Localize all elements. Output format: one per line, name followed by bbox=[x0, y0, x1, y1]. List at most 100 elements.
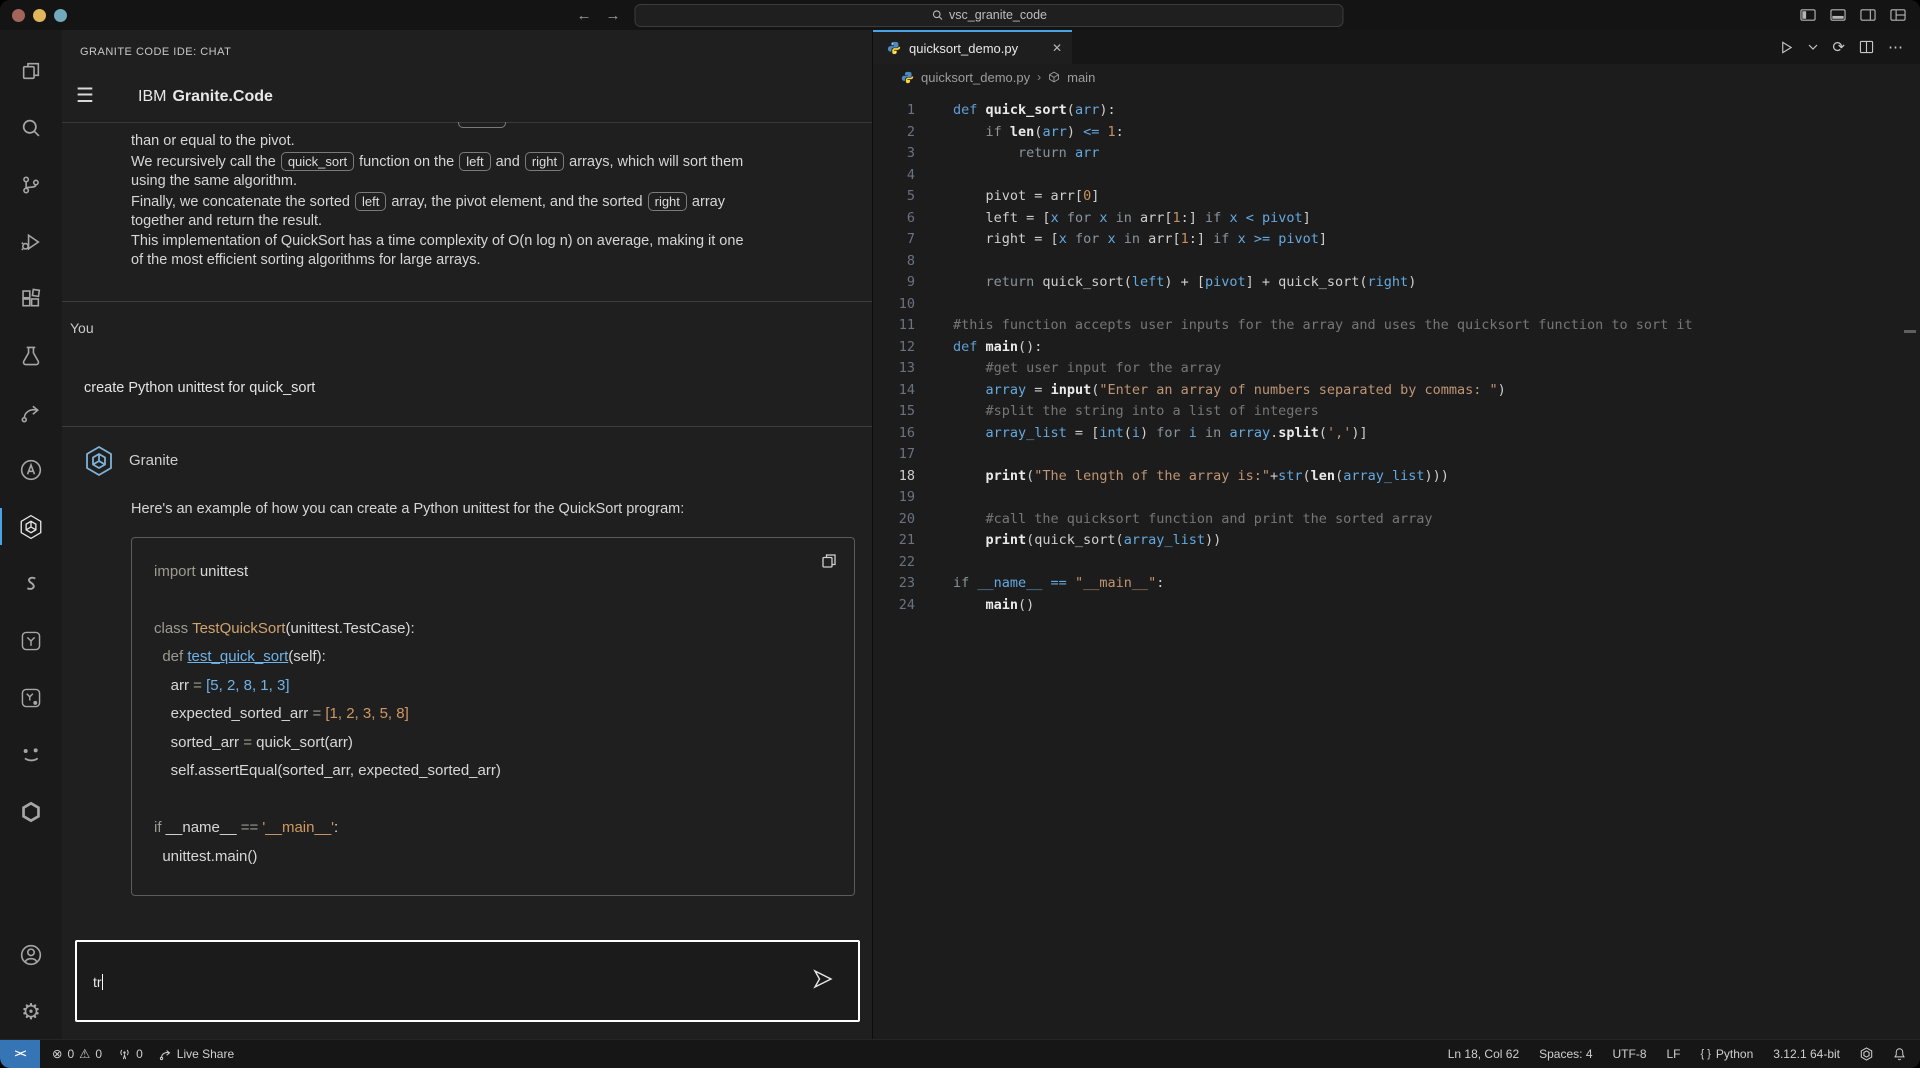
editor-line[interactable]: 22 bbox=[873, 552, 1920, 574]
toggle-secondary-sidebar-icon[interactable] bbox=[1860, 8, 1876, 22]
editor-line[interactable]: 17 bbox=[873, 444, 1920, 466]
notifications-status[interactable] bbox=[1893, 1047, 1906, 1061]
extensions-icon[interactable] bbox=[0, 270, 62, 327]
breadcrumb-symbol[interactable]: main bbox=[1067, 70, 1095, 85]
line-number[interactable]: 12 bbox=[873, 337, 915, 359]
run-dropdown-chevron-icon[interactable] bbox=[1808, 43, 1818, 51]
eol-status[interactable]: LF bbox=[1667, 1047, 1681, 1061]
ports-status[interactable]: 0 bbox=[118, 1047, 143, 1061]
line-number[interactable]: 4 bbox=[873, 165, 915, 187]
editor-line[interactable]: 7 right = [x for x in arr[1:] if x >= pi… bbox=[873, 229, 1920, 251]
line-number[interactable]: 10 bbox=[873, 294, 915, 316]
nav-back-icon[interactable]: ← bbox=[577, 8, 592, 23]
line-number[interactable]: 2 bbox=[873, 122, 915, 144]
line-number[interactable]: 3 bbox=[873, 143, 915, 165]
assistant-a-icon[interactable] bbox=[0, 441, 62, 498]
editor-line[interactable]: 11#this function accepts user inputs for… bbox=[873, 315, 1920, 337]
editor-line[interactable]: 4 bbox=[873, 165, 1920, 187]
editor-line[interactable]: 5 pivot = arr[0] bbox=[873, 186, 1920, 208]
line-number[interactable]: 8 bbox=[873, 251, 915, 273]
accounts-icon[interactable] bbox=[0, 926, 62, 983]
chat-input-box[interactable]: tr bbox=[75, 940, 860, 1022]
more-actions-icon[interactable]: ⋯ bbox=[1888, 40, 1904, 55]
line-number[interactable]: 7 bbox=[873, 229, 915, 251]
tab-close-icon[interactable]: ✕ bbox=[1052, 41, 1062, 55]
menu-hamburger-icon[interactable]: ☰ bbox=[76, 86, 94, 106]
editor-line[interactable]: 6 left = [x for x in arr[1:] if x < pivo… bbox=[873, 208, 1920, 230]
line-number[interactable]: 6 bbox=[873, 208, 915, 230]
language-mode-status[interactable]: { }Python bbox=[1701, 1047, 1754, 1061]
testing-icon[interactable] bbox=[0, 327, 62, 384]
nav-forward-icon[interactable]: → bbox=[606, 8, 621, 23]
search-icon[interactable] bbox=[0, 99, 62, 156]
editor-line[interactable]: 10 bbox=[873, 294, 1920, 316]
s-extension-icon[interactable] bbox=[0, 555, 62, 612]
line-number[interactable]: 20 bbox=[873, 509, 915, 531]
editor-line[interactable]: 9 return quick_sort(left) + [pivot] + qu… bbox=[873, 272, 1920, 294]
editor-line[interactable]: 19 bbox=[873, 487, 1920, 509]
zoom-window-button[interactable] bbox=[54, 9, 67, 22]
indentation-status[interactable]: Spaces: 4 bbox=[1539, 1047, 1592, 1061]
line-number[interactable]: 21 bbox=[873, 530, 915, 552]
customize-layout-icon[interactable] bbox=[1890, 8, 1906, 22]
editor-line[interactable]: 1def quick_sort(arr): bbox=[873, 100, 1920, 122]
editor-line[interactable]: 18 print("The length of the array is:"+s… bbox=[873, 466, 1920, 488]
live-share-icon[interactable] bbox=[0, 384, 62, 441]
editor-line[interactable]: 20 #call the quicksort function and prin… bbox=[873, 509, 1920, 531]
editor-line[interactable]: 8 bbox=[873, 251, 1920, 273]
toggle-primary-sidebar-icon[interactable] bbox=[1800, 8, 1816, 22]
line-number[interactable]: 13 bbox=[873, 358, 915, 380]
line-number[interactable]: 22 bbox=[873, 552, 915, 574]
run-and-debug-icon[interactable] bbox=[0, 213, 62, 270]
line-number[interactable]: 9 bbox=[873, 272, 915, 294]
editor-line[interactable]: 23if __name__ == "__main__": bbox=[873, 573, 1920, 595]
wandb-icon[interactable] bbox=[0, 726, 62, 783]
close-window-button[interactable] bbox=[12, 9, 25, 22]
line-number[interactable]: 16 bbox=[873, 423, 915, 445]
python-interpreter-status[interactable]: 3.12.1 64-bit bbox=[1773, 1047, 1840, 1061]
editor-line[interactable]: 14 array = input("Enter an array of numb… bbox=[873, 380, 1920, 402]
settings-gear-icon[interactable]: ⚙ bbox=[0, 983, 62, 1040]
command-center-search[interactable]: vsc_granite_code bbox=[635, 4, 1344, 27]
line-number[interactable]: 5 bbox=[873, 186, 915, 208]
boxed-extension-1-icon[interactable] bbox=[0, 612, 62, 669]
copy-code-button[interactable] bbox=[820, 552, 838, 581]
source-control-icon[interactable] bbox=[0, 156, 62, 213]
line-number[interactable]: 23 bbox=[873, 573, 915, 595]
line-number[interactable]: 24 bbox=[873, 595, 915, 617]
toggle-panel-icon[interactable] bbox=[1830, 8, 1846, 22]
restart-icon[interactable]: ⟳ bbox=[1832, 40, 1845, 55]
editor-line[interactable]: 3 return arr bbox=[873, 143, 1920, 165]
line-number[interactable]: 1 bbox=[873, 100, 915, 122]
editor-line[interactable]: 24 main() bbox=[873, 595, 1920, 617]
line-number[interactable]: 17 bbox=[873, 444, 915, 466]
run-python-file-icon[interactable] bbox=[1779, 40, 1794, 55]
breadcrumb-file[interactable]: quicksort_demo.py bbox=[921, 70, 1030, 85]
editor-line[interactable]: 16 array_list = [int(i) for i in array.s… bbox=[873, 423, 1920, 445]
editor-line[interactable]: 2 if len(arr) <= 1: bbox=[873, 122, 1920, 144]
editor-code[interactable]: 1def quick_sort(arr):2 if len(arr) <= 1:… bbox=[873, 90, 1920, 616]
editor-line[interactable]: 13 #get user input for the array bbox=[873, 358, 1920, 380]
hex-ring-extension-icon[interactable] bbox=[0, 783, 62, 840]
line-number[interactable]: 11 bbox=[873, 315, 915, 337]
line-number[interactable]: 14 bbox=[873, 380, 915, 402]
explorer-icon[interactable] bbox=[0, 42, 62, 99]
granite-chat-icon[interactable] bbox=[0, 498, 62, 555]
remote-indicator[interactable]: >< bbox=[0, 1040, 40, 1068]
editor-line[interactable]: 15 #split the string into a list of inte… bbox=[873, 401, 1920, 423]
tab-quicksort-demo[interactable]: quicksort_demo.py ✕ bbox=[873, 30, 1072, 64]
encoding-status[interactable]: UTF-8 bbox=[1613, 1047, 1647, 1061]
line-number[interactable]: 18 bbox=[873, 466, 915, 488]
send-message-button[interactable] bbox=[812, 968, 834, 995]
cursor-position-status[interactable]: Ln 18, Col 62 bbox=[1448, 1047, 1519, 1061]
editor-line[interactable]: 12def main(): bbox=[873, 337, 1920, 359]
line-number[interactable]: 15 bbox=[873, 401, 915, 423]
minimize-window-button[interactable] bbox=[33, 9, 46, 22]
live-share-status[interactable]: Live Share bbox=[159, 1047, 234, 1061]
editor-line[interactable]: 21 print(quick_sort(array_list)) bbox=[873, 530, 1920, 552]
split-editor-icon[interactable] bbox=[1859, 40, 1874, 54]
line-number[interactable]: 19 bbox=[873, 487, 915, 509]
granite-status[interactable] bbox=[1860, 1047, 1873, 1061]
problems-status[interactable]: ⊗0 ⚠0 bbox=[52, 1047, 102, 1061]
boxed-extension-2-icon[interactable] bbox=[0, 669, 62, 726]
